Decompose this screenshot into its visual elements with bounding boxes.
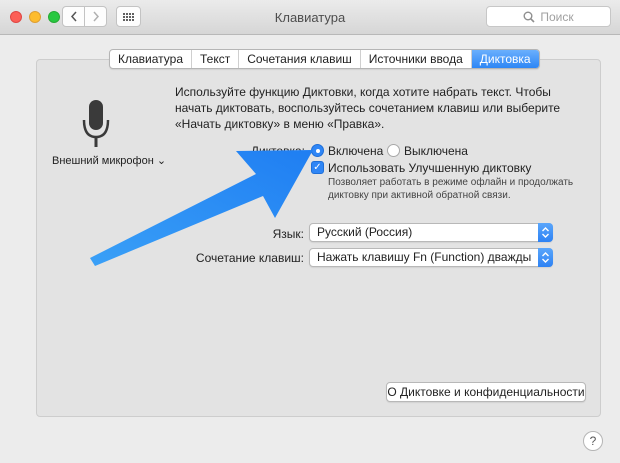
popup-arrows-icon	[538, 223, 553, 242]
tab-input-sources[interactable]: Источники ввода	[361, 50, 472, 68]
tab-text[interactable]: Текст	[192, 50, 240, 68]
microphone-icon	[82, 100, 110, 147]
search-icon	[523, 11, 535, 23]
dictation-privacy-button[interactable]: О Диктовке и конфиденциальности	[386, 382, 586, 402]
help-button[interactable]: ?	[583, 431, 603, 451]
shortcut-select[interactable]: Нажать клавишу Fn (Function) дважды	[309, 248, 553, 267]
dictation-label: Диктовка:	[250, 144, 305, 158]
title-bar: Клавиатура Поиск	[0, 0, 620, 35]
language-value: Русский (Россия)	[317, 225, 413, 239]
language-label: Язык:	[272, 227, 304, 241]
search-field[interactable]: Поиск	[486, 6, 611, 27]
tab-keyboard[interactable]: Клавиатура	[110, 50, 192, 68]
tab-shortcuts[interactable]: Сочетания клавиш	[239, 50, 361, 68]
dictation-off-radio[interactable]	[387, 144, 400, 157]
dictation-off-label[interactable]: Выключена	[404, 144, 468, 158]
shortcut-label: Сочетание клавиш:	[195, 251, 304, 265]
enhanced-dictation-checkbox[interactable]: ✓	[311, 161, 324, 174]
enhanced-dictation-label[interactable]: Использовать Улучшенную диктовку	[328, 161, 531, 175]
enhanced-dictation-note: Позволяет работать в режиме офлайн и про…	[328, 177, 574, 201]
search-placeholder: Поиск	[540, 9, 574, 24]
dictation-on-label[interactable]: Включена	[328, 144, 383, 158]
tab-dictation[interactable]: Диктовка	[471, 50, 539, 68]
popup-arrows-icon	[538, 248, 553, 267]
dictation-on-radio[interactable]	[311, 144, 324, 157]
intro-text: Используйте функцию Диктовки, когда хоти…	[175, 85, 561, 131]
shortcut-value: Нажать клавишу Fn (Function) дважды	[317, 250, 532, 264]
tab-bar: Клавиатура Текст Сочетания клавиш Источн…	[109, 49, 540, 69]
microphone-source-menu[interactable]: Внешний микрофон ⌄	[52, 154, 166, 167]
language-select[interactable]: Русский (Россия)	[309, 223, 553, 242]
